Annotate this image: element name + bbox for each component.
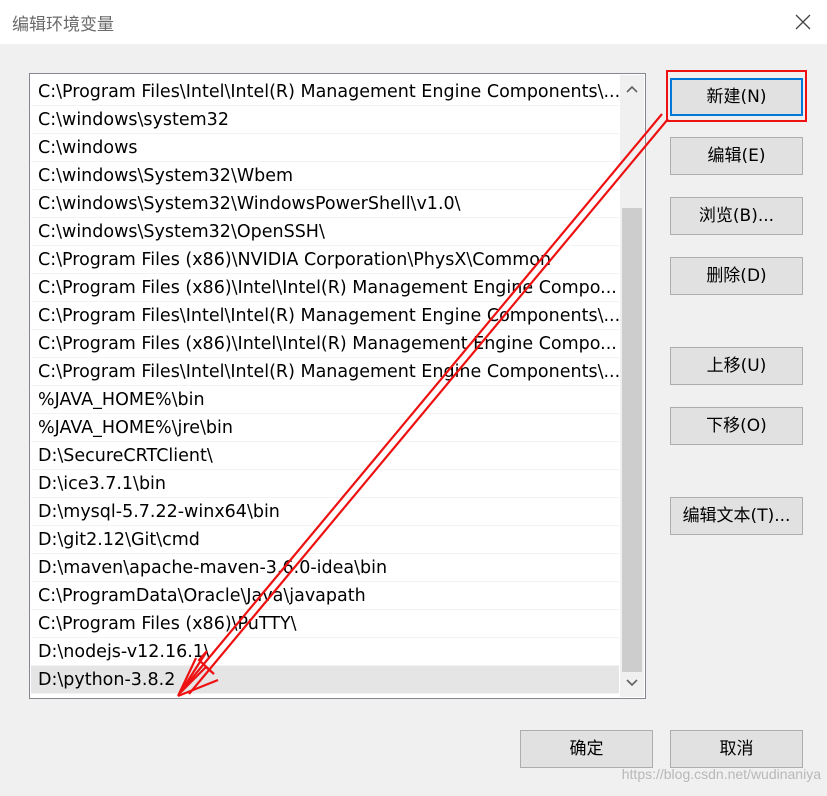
- list-item[interactable]: C:\windows\System32\Wbem: [31, 162, 619, 190]
- list-item[interactable]: D:\maven\apache-maven-3.6.0-idea\bin: [31, 554, 619, 582]
- chevron-up-icon: [626, 85, 638, 93]
- list-item[interactable]: C:\Program Files (x86)\Intel\Intel(R) Ma…: [31, 330, 619, 358]
- list-item[interactable]: D:\git2.12\Git\cmd: [31, 526, 619, 554]
- edit-environment-variable-dialog: 编辑环境变量 C:\Program Files\Intel\Intel(R) M…: [0, 0, 827, 796]
- list-item[interactable]: D:\SecureCRTClient\: [31, 442, 619, 470]
- list-item[interactable]: C:\Program Files\Intel\Intel(R) Manageme…: [31, 78, 619, 106]
- edit-text-button[interactable]: 编辑文本(T)...: [670, 497, 803, 535]
- list-item[interactable]: %JAVA_HOME%\bin: [31, 386, 619, 414]
- move-down-button[interactable]: 下移(O): [670, 407, 803, 445]
- scroll-down-button[interactable]: [620, 672, 644, 694]
- delete-button[interactable]: 删除(D): [670, 257, 803, 295]
- list-item[interactable]: C:\Program Files (x86)\NVIDIA Corporatio…: [31, 246, 619, 274]
- list-item[interactable]: C:\Program Files (x86)\PuTTY\: [31, 610, 619, 638]
- browse-button[interactable]: 浏览(B)...: [670, 197, 803, 235]
- list-item[interactable]: C:\Program Files\Intel\Intel(R) Manageme…: [31, 358, 619, 386]
- vertical-scrollbar[interactable]: [620, 75, 644, 697]
- list-item[interactable]: D:\nodejs-v12.16.1\: [31, 638, 619, 666]
- list-item[interactable]: C:\windows\system32: [31, 106, 619, 134]
- scrollbar-thumb[interactable]: [622, 208, 642, 672]
- scroll-up-button[interactable]: [620, 78, 644, 100]
- watermark: https://blog.csdn.net/wudinaniya: [621, 766, 821, 782]
- list-item[interactable]: %JAVA_HOME%\jre\bin: [31, 414, 619, 442]
- move-up-button[interactable]: 上移(U): [670, 347, 803, 385]
- list-item[interactable]: C:\windows: [31, 134, 619, 162]
- edit-button[interactable]: 编辑(E): [670, 137, 803, 175]
- list-item[interactable]: D:\python-3.8.2: [31, 666, 619, 694]
- cancel-button[interactable]: 取消: [670, 730, 803, 768]
- dialog-title: 编辑环境变量: [12, 15, 114, 35]
- list-item[interactable]: C:\ProgramData\Oracle\Java\javapath: [31, 582, 619, 610]
- list-item[interactable]: D:\mysql-5.7.22-winx64\bin: [31, 498, 619, 526]
- list-item[interactable]: C:\windows\System32\WindowsPowerShell\v1…: [31, 190, 619, 218]
- title-bar: 编辑环境变量: [0, 0, 827, 44]
- path-listbox[interactable]: C:\Program Files\Intel\Intel(R) Manageme…: [29, 73, 646, 699]
- close-icon: [795, 14, 811, 30]
- list-item[interactable]: C:\Program Files\Intel\Intel(R) Manageme…: [31, 302, 619, 330]
- ok-button[interactable]: 确定: [520, 730, 653, 768]
- path-list: C:\Program Files\Intel\Intel(R) Manageme…: [31, 78, 619, 694]
- close-button[interactable]: [789, 8, 817, 36]
- new-button[interactable]: 新建(N): [670, 78, 803, 116]
- list-item[interactable]: C:\Program Files (x86)\Intel\Intel(R) Ma…: [31, 274, 619, 302]
- list-item[interactable]: C:\windows\System32\OpenSSH\: [31, 218, 619, 246]
- chevron-down-icon: [626, 679, 638, 687]
- list-item[interactable]: D:\ice3.7.1\bin: [31, 470, 619, 498]
